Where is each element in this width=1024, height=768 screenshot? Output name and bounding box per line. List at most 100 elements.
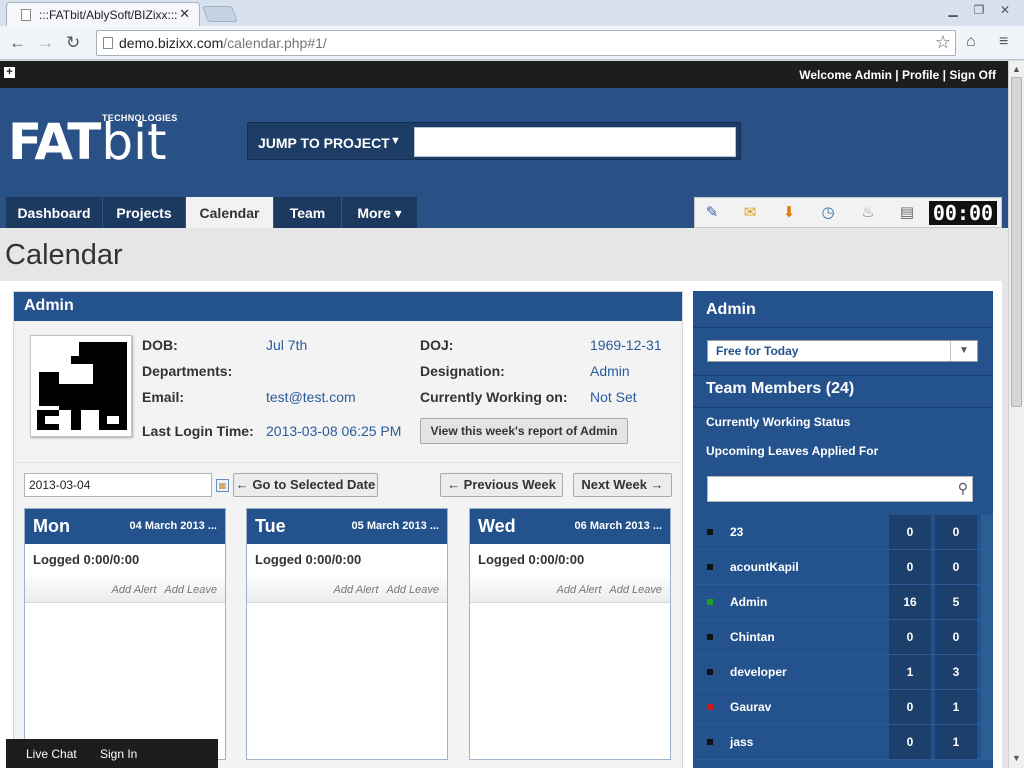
member-name[interactable]: acountKapil <box>730 560 799 574</box>
member-row[interactable]: Admin 16 5 <box>693 585 993 620</box>
day-logged: Logged 0:00/0:00 <box>255 552 362 567</box>
jump-to-project-input[interactable] <box>414 127 736 157</box>
day-card-mon: Mon 04 March 2013 ... Logged 0:00/0:00 A… <box>24 508 226 760</box>
divider <box>693 407 993 408</box>
scroll-thumb[interactable] <box>1011 77 1022 407</box>
user-links[interactable]: Welcome Admin | Profile | Sign Off <box>799 68 996 82</box>
member-count-b: 5 <box>935 585 977 619</box>
quick-tools: ✎ ✉ ⬇ ◷ ♨ ▤ 00:00 <box>694 197 1002 228</box>
member-name[interactable]: Admin <box>730 595 767 609</box>
member-search-input[interactable]: ⚲ <box>707 476 973 502</box>
availability-select[interactable]: Free for Today ▼ <box>707 340 978 362</box>
jump-to-project-label[interactable]: JUMP TO PROJECT <box>258 135 390 151</box>
live-chat-link[interactable]: Live Chat <box>26 747 77 761</box>
report-icon[interactable]: ▤ <box>895 203 919 223</box>
minimize-icon[interactable]: ▁ <box>940 3 966 19</box>
close-window-icon[interactable]: ✕ <box>992 3 1018 19</box>
address-bar[interactable]: demo.bizixx.com/calendar.php#1/ ☆ <box>96 30 956 56</box>
nav-more[interactable]: More ▾ <box>342 197 418 228</box>
status-dot <box>707 564 713 570</box>
forward-icon[interactable]: → <box>37 33 54 53</box>
go-to-date-button[interactable]: ← Go to Selected Date <box>233 473 378 497</box>
birthday-icon[interactable]: ♨ <box>856 203 880 223</box>
profile-panel: Admin DOB: Jul 7th DOJ: 1969-12-31 Depar… <box>13 291 683 768</box>
status-dot <box>707 634 713 640</box>
previous-week-button[interactable]: ← Previous Week <box>440 473 563 497</box>
nav-team[interactable]: Team <box>274 197 342 228</box>
new-tab-button[interactable] <box>202 6 238 22</box>
member-count-a: 0 <box>889 550 931 584</box>
day-date: 05 March 2013 ... <box>351 520 439 532</box>
member-row[interactable]: 23 0 0 <box>693 515 993 550</box>
member-row[interactable]: jass 0 1 <box>693 725 993 760</box>
page-icon <box>21 9 31 21</box>
day-logged: Logged 0:00/0:00 <box>478 552 585 567</box>
day-date: 04 March 2013 ... <box>129 520 217 532</box>
member-row[interactable]: acountKapil 0 0 <box>693 550 993 585</box>
back-icon[interactable]: ← <box>9 33 26 53</box>
nav-calendar[interactable]: Calendar <box>186 197 274 228</box>
add-alert-link[interactable]: Add Alert <box>334 584 379 596</box>
add-alert-link[interactable]: Add Alert <box>557 584 602 596</box>
reload-icon[interactable]: ↻ <box>66 33 80 53</box>
add-leave-link[interactable]: Add Leave <box>164 584 217 596</box>
weekly-report-button[interactable]: View this week's report of Admin <box>420 418 628 444</box>
last-login-value: 2013-03-08 06:25 PM <box>266 423 402 439</box>
member-name[interactable]: 23 <box>730 525 743 539</box>
fatbit-logo[interactable]: FATbit TECHNOLOGIES <box>8 113 177 171</box>
stopwatch-icon[interactable]: ◷ <box>816 203 840 223</box>
member-name[interactable]: Chintan <box>730 630 775 644</box>
vertical-scrollbar[interactable]: ▲ ▼ <box>1008 61 1024 768</box>
day-name: Tue <box>255 516 286 536</box>
bookmark-star-icon[interactable]: ☆ <box>935 32 951 53</box>
doj-value: 1969-12-31 <box>590 337 662 353</box>
notes-icon[interactable]: ✎ <box>700 203 724 223</box>
wrench-icon[interactable]: ⌂ <box>966 33 976 51</box>
member-count-b: 1 <box>935 690 977 724</box>
email-value[interactable]: test@test.com <box>266 389 356 405</box>
departments-label: Departments: <box>142 363 233 379</box>
maximize-icon[interactable]: ❐ <box>966 3 992 19</box>
day-header: Wed 06 March 2013 ... <box>470 509 670 544</box>
day-actions: Add Alert Add Leave <box>247 573 447 603</box>
mail-icon[interactable]: ✉ <box>738 203 762 223</box>
member-count-b: 3 <box>935 655 977 689</box>
add-leave-link[interactable]: Add Leave <box>609 584 662 596</box>
logo-tagline: TECHNOLOGIES <box>102 113 178 123</box>
working-value: Not Set <box>590 389 637 405</box>
search-icon[interactable]: ⚲ <box>958 480 968 497</box>
upcoming-leaves-link[interactable]: Upcoming Leaves Applied For <box>706 444 878 458</box>
email-label: Email: <box>142 389 185 405</box>
download-icon[interactable]: ⬇ <box>777 203 801 223</box>
work-timer[interactable]: 00:00 <box>929 201 997 225</box>
member-name[interactable]: Gaurav <box>730 700 771 714</box>
day-card-wed: Wed 06 March 2013 ... Logged 0:00/0:00 A… <box>469 508 671 760</box>
selected-date-input[interactable]: 2013-03-04 <box>24 473 212 497</box>
add-alert-link[interactable]: Add Alert <box>112 584 157 596</box>
browser-tab[interactable]: :::FATbit/AblySoft/BIZixx::: ✕ <box>6 2 200 26</box>
menu-icon[interactable]: ≡ <box>999 33 1008 51</box>
scroll-up-icon[interactable]: ▲ <box>1012 64 1021 74</box>
member-count-a: 16 <box>889 585 931 619</box>
next-week-button[interactable]: Next Week → <box>573 473 672 497</box>
divider <box>693 375 993 376</box>
add-leave-link[interactable]: Add Leave <box>386 584 439 596</box>
member-row[interactable]: Gaurav 0 1 <box>693 690 993 725</box>
chevron-down-icon[interactable]: ▼ <box>390 135 401 147</box>
avatar <box>30 335 132 437</box>
status-dot <box>707 669 713 675</box>
close-tab-icon[interactable]: ✕ <box>179 6 190 22</box>
scroll-down-icon[interactable]: ▼ <box>1012 753 1021 763</box>
sign-in-link[interactable]: Sign In <box>100 747 137 761</box>
nav-projects[interactable]: Projects <box>103 197 186 228</box>
chevron-down-icon[interactable]: ▼ <box>950 341 977 361</box>
nav-dashboard[interactable]: Dashboard <box>6 197 103 228</box>
member-row[interactable]: Chintan 0 0 <box>693 620 993 655</box>
calendar-picker-icon[interactable]: ▦ <box>216 479 229 492</box>
working-status-link[interactable]: Currently Working Status <box>706 415 850 429</box>
expand-icon[interactable]: + <box>4 67 15 78</box>
url-host: demo.bizixx.com <box>119 35 224 51</box>
member-row[interactable]: developer 1 3 <box>693 655 993 690</box>
member-name[interactable]: jass <box>730 735 753 749</box>
member-name[interactable]: developer <box>730 665 787 679</box>
